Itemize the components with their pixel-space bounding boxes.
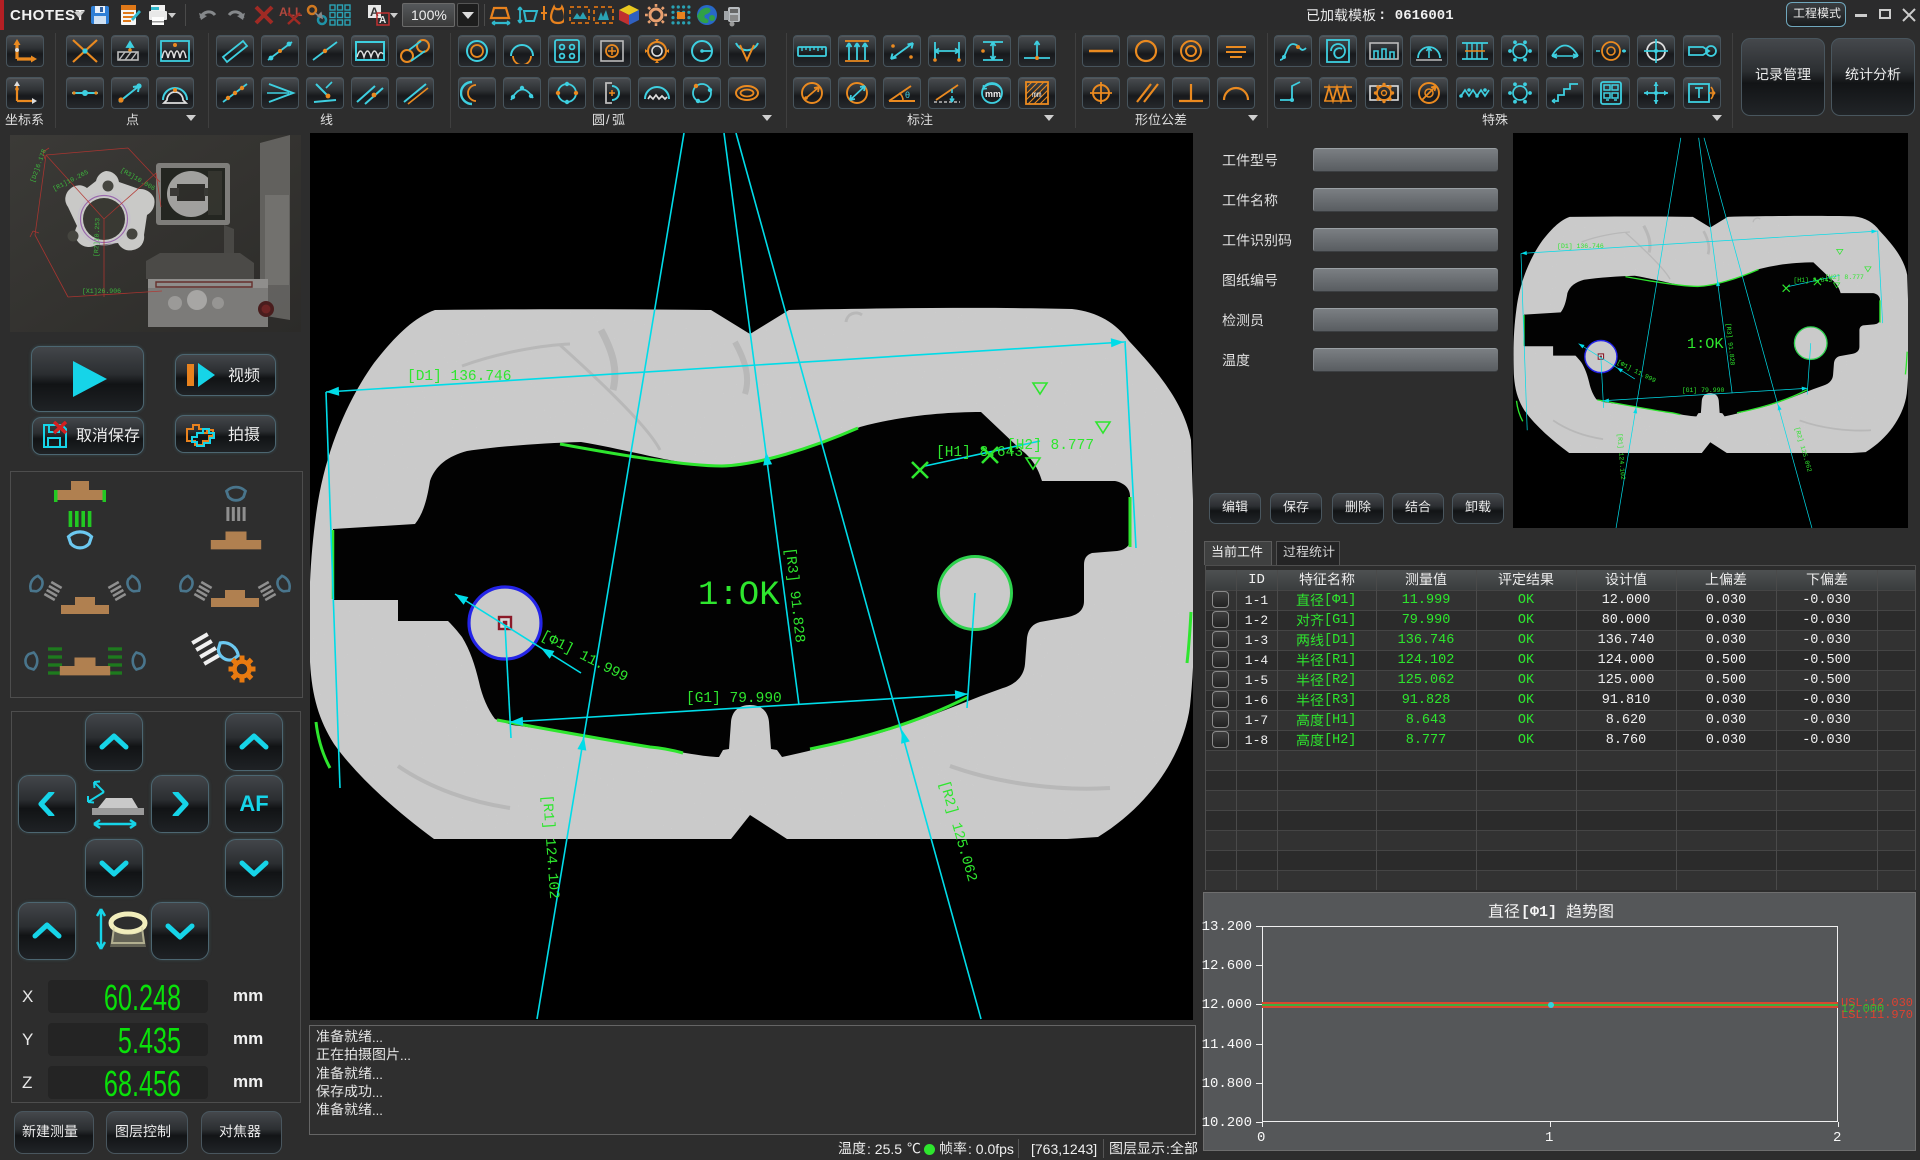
svg-text:mm: mm (1032, 91, 1042, 100)
svg-text:mm: mm (985, 89, 1001, 99)
svg-text:[R2]10.253: [R2]10.253 (93, 218, 101, 257)
svg-text:[X1]26.906: [X1]26.906 (82, 288, 121, 295)
svg-text:θ: θ (905, 90, 910, 100)
svg-text:A: A (379, 15, 386, 26)
